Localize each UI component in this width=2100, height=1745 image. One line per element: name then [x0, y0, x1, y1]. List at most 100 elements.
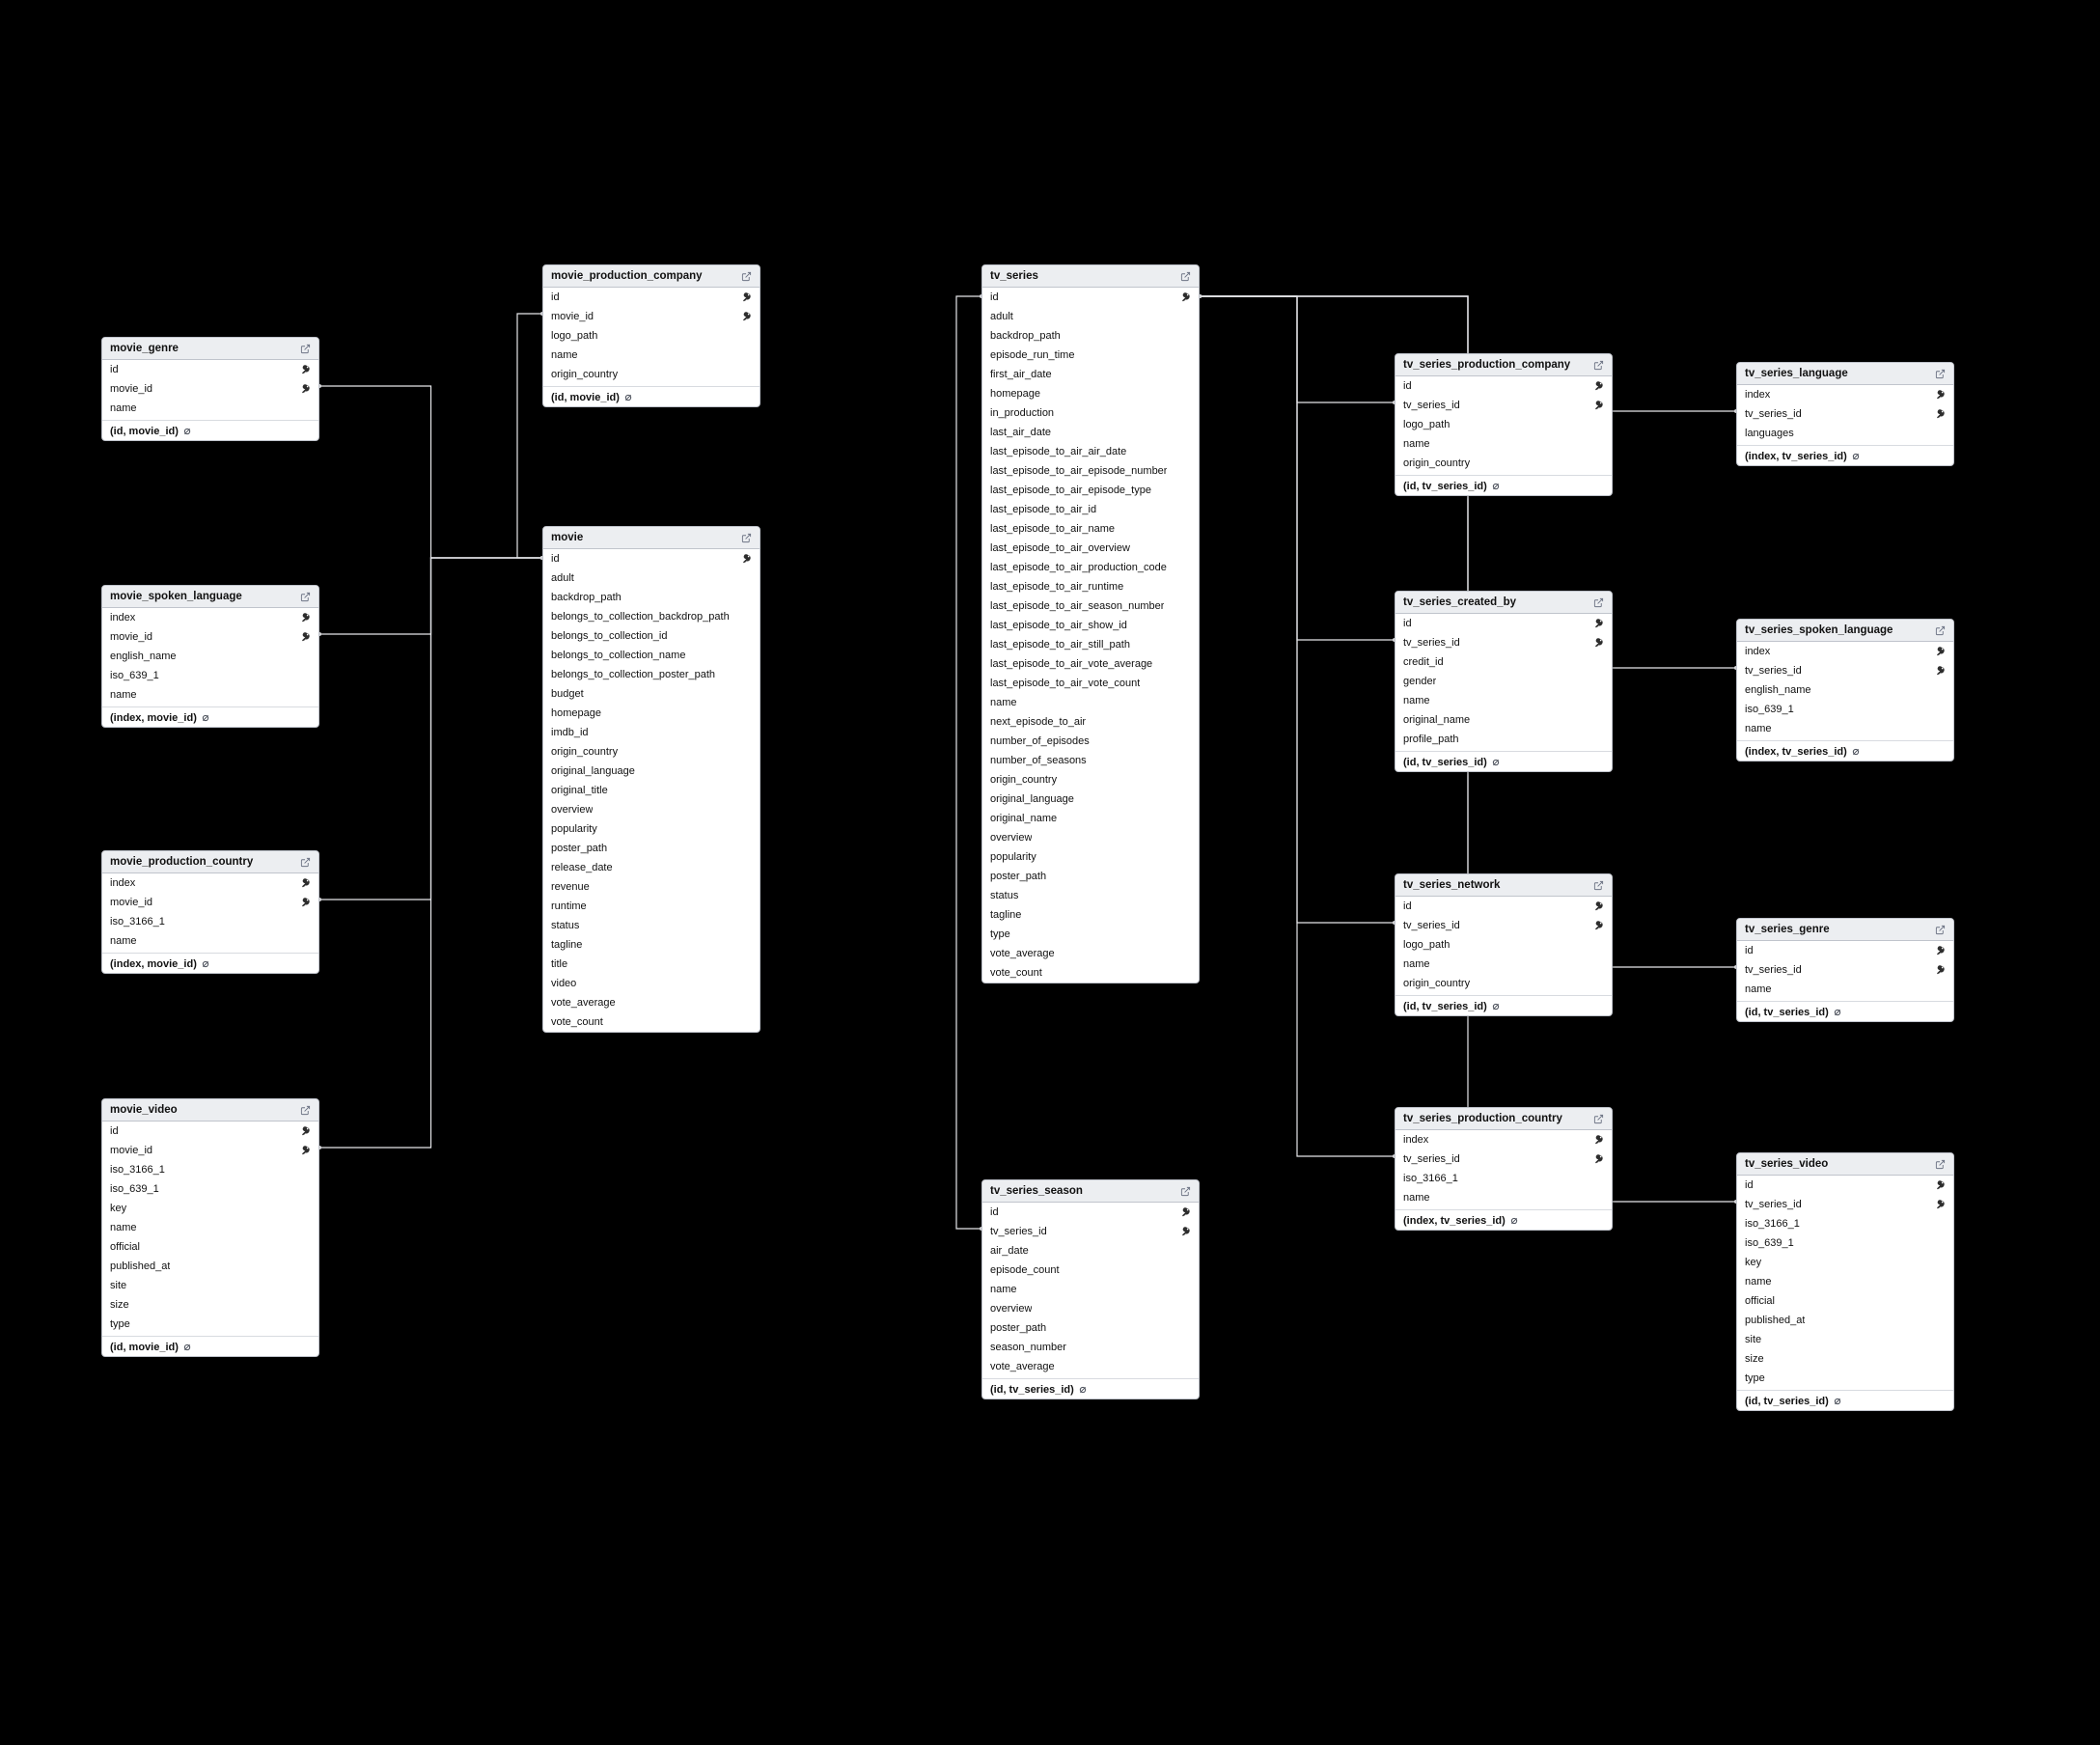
open-icon[interactable]	[299, 343, 311, 354]
entity-header[interactable]: movie_production_country	[102, 851, 318, 873]
column-row[interactable]: overview	[982, 1299, 1199, 1318]
column-row[interactable]: original_name	[1395, 710, 1612, 730]
column-row[interactable]: tagline	[543, 935, 760, 955]
column-row[interactable]: site	[102, 1276, 318, 1295]
column-row[interactable]: index	[102, 608, 318, 627]
column-row[interactable]: id	[543, 549, 760, 568]
column-row[interactable]: key	[1737, 1253, 1953, 1272]
entity-tv_series_season[interactable]: tv_series_seasonidtv_series_idair_dateep…	[981, 1179, 1200, 1399]
column-row[interactable]: profile_path	[1395, 730, 1612, 749]
column-row[interactable]: poster_path	[543, 839, 760, 858]
entity-header[interactable]: movie	[543, 527, 760, 549]
column-row[interactable]: vote_count	[982, 963, 1199, 983]
column-row[interactable]: video	[543, 974, 760, 993]
column-row[interactable]: air_date	[982, 1241, 1199, 1260]
column-row[interactable]: id	[102, 1122, 318, 1141]
entity-header[interactable]: tv_series_production_company	[1395, 354, 1612, 376]
open-icon[interactable]	[1592, 596, 1604, 608]
column-row[interactable]: name	[982, 693, 1199, 712]
column-row[interactable]: poster_path	[982, 867, 1199, 886]
open-icon[interactable]	[1179, 270, 1191, 282]
column-row[interactable]: tv_series_id	[1395, 633, 1612, 652]
entity-header[interactable]: tv_series_language	[1737, 363, 1953, 385]
column-row[interactable]: tv_series_id	[1395, 916, 1612, 935]
open-icon[interactable]	[1592, 359, 1604, 371]
column-row[interactable]: type	[982, 925, 1199, 944]
column-row[interactable]: iso_639_1	[102, 1179, 318, 1199]
column-row[interactable]: release_date	[543, 858, 760, 877]
column-row[interactable]: belongs_to_collection_backdrop_path	[543, 607, 760, 626]
open-icon[interactable]	[740, 532, 752, 543]
entity-tv_series_production_country[interactable]: tv_series_production_countryindextv_seri…	[1395, 1107, 1613, 1231]
column-row[interactable]: tagline	[982, 905, 1199, 925]
column-row[interactable]: movie_id	[543, 307, 760, 326]
column-row[interactable]: languages	[1737, 424, 1953, 443]
column-row[interactable]: id	[102, 360, 318, 379]
open-icon[interactable]	[1934, 624, 1946, 636]
column-row[interactable]: overview	[982, 828, 1199, 847]
column-row[interactable]: vote_average	[543, 993, 760, 1012]
column-row[interactable]: status	[982, 886, 1199, 905]
column-row[interactable]: name	[102, 399, 318, 418]
column-row[interactable]: type	[102, 1315, 318, 1334]
column-row[interactable]: adult	[543, 568, 760, 588]
open-icon[interactable]	[1592, 1113, 1604, 1124]
entity-header[interactable]: tv_series_spoken_language	[1737, 620, 1953, 642]
column-row[interactable]: type	[1737, 1369, 1953, 1388]
column-row[interactable]: logo_path	[1395, 935, 1612, 955]
entity-header[interactable]: movie_spoken_language	[102, 586, 318, 608]
open-icon[interactable]	[299, 1104, 311, 1116]
column-row[interactable]: runtime	[543, 897, 760, 916]
column-row[interactable]: id	[1737, 1176, 1953, 1195]
column-row[interactable]: belongs_to_collection_poster_path	[543, 665, 760, 684]
column-row[interactable]: original_name	[982, 809, 1199, 828]
column-row[interactable]: name	[1395, 1188, 1612, 1207]
open-icon[interactable]	[1934, 924, 1946, 935]
column-row[interactable]: id	[1395, 614, 1612, 633]
column-row[interactable]: id	[1395, 376, 1612, 396]
column-row[interactable]: iso_3166_1	[1395, 1169, 1612, 1188]
column-row[interactable]: movie_id	[102, 1141, 318, 1160]
column-row[interactable]: episode_run_time	[982, 346, 1199, 365]
column-row[interactable]: backdrop_path	[982, 326, 1199, 346]
column-row[interactable]: tv_series_id	[1737, 960, 1953, 980]
entity-tv_series_created_by[interactable]: tv_series_created_byidtv_series_idcredit…	[1395, 591, 1613, 772]
column-row[interactable]: belongs_to_collection_id	[543, 626, 760, 646]
column-row[interactable]: name	[1737, 980, 1953, 999]
column-row[interactable]: name	[102, 1218, 318, 1237]
column-row[interactable]: status	[543, 916, 760, 935]
column-row[interactable]: next_episode_to_air	[982, 712, 1199, 732]
column-row[interactable]: english_name	[102, 647, 318, 666]
column-row[interactable]: name	[1737, 1272, 1953, 1291]
column-row[interactable]: last_episode_to_air_episode_type	[982, 481, 1199, 500]
column-row[interactable]: last_episode_to_air_vote_average	[982, 654, 1199, 674]
column-row[interactable]: iso_639_1	[1737, 1233, 1953, 1253]
column-row[interactable]: number_of_seasons	[982, 751, 1199, 770]
column-row[interactable]: id	[543, 288, 760, 307]
column-row[interactable]: tv_series_id	[1737, 404, 1953, 424]
column-row[interactable]: poster_path	[982, 1318, 1199, 1338]
column-row[interactable]: origin_country	[543, 742, 760, 762]
column-row[interactable]: last_episode_to_air_air_date	[982, 442, 1199, 461]
column-row[interactable]: movie_id	[102, 893, 318, 912]
column-row[interactable]: size	[102, 1295, 318, 1315]
column-row[interactable]: last_episode_to_air_name	[982, 519, 1199, 539]
entity-movie_spoken_language[interactable]: movie_spoken_languageindexmovie_idenglis…	[101, 585, 319, 728]
entity-tv_series_language[interactable]: tv_series_languageindextv_series_idlangu…	[1736, 362, 1954, 466]
column-row[interactable]: tv_series_id	[1395, 1149, 1612, 1169]
entity-tv_series[interactable]: tv_seriesidadultbackdrop_pathepisode_run…	[981, 264, 1200, 983]
column-row[interactable]: last_episode_to_air_production_code	[982, 558, 1199, 577]
entity-header[interactable]: movie_video	[102, 1099, 318, 1122]
column-row[interactable]: size	[1737, 1349, 1953, 1369]
column-row[interactable]: gender	[1395, 672, 1612, 691]
column-row[interactable]: name	[543, 346, 760, 365]
entity-header[interactable]: tv_series	[982, 265, 1199, 288]
entity-tv_series_production_company[interactable]: tv_series_production_companyidtv_series_…	[1395, 353, 1613, 496]
column-row[interactable]: season_number	[982, 1338, 1199, 1357]
entity-header[interactable]: tv_series_network	[1395, 874, 1612, 897]
entity-header[interactable]: movie_genre	[102, 338, 318, 360]
column-row[interactable]: id	[982, 288, 1199, 307]
entity-movie[interactable]: movieidadultbackdrop_pathbelongs_to_coll…	[542, 526, 760, 1033]
open-icon[interactable]	[299, 856, 311, 868]
column-row[interactable]: tv_series_id	[1395, 396, 1612, 415]
